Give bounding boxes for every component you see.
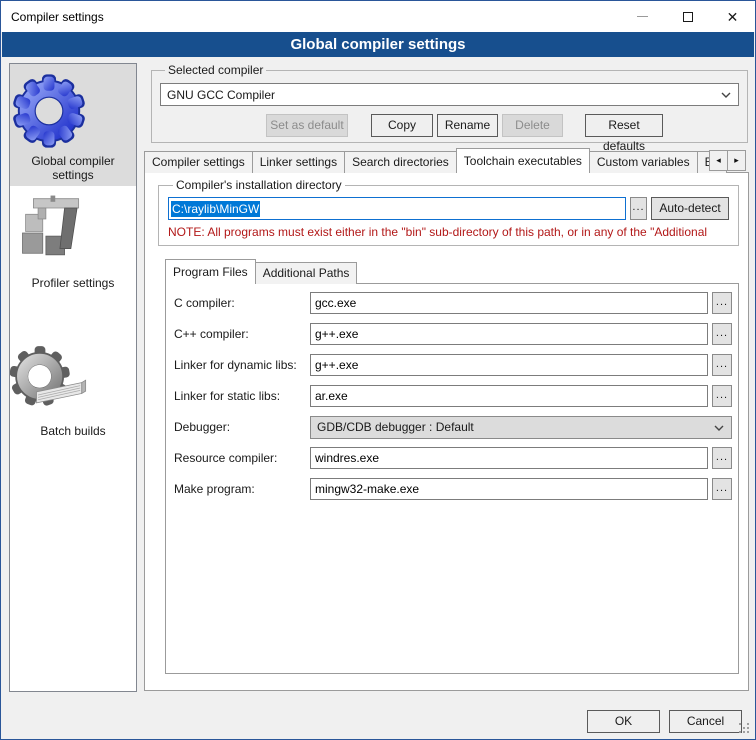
maximize-button[interactable] [665, 1, 710, 32]
debugger-select-value: GDB/CDB debugger : Default [317, 420, 474, 434]
resource-compiler-row: Resource compiler: ... [174, 447, 732, 469]
debugger-select[interactable]: GDB/CDB debugger : Default [310, 416, 732, 439]
c-compiler-input[interactable] [310, 292, 708, 314]
close-icon: ✕ [727, 10, 739, 24]
resource-compiler-input[interactable] [310, 447, 708, 469]
selected-compiler-group-label: Selected compiler [165, 63, 266, 77]
make-program-row: Make program: ... [174, 478, 732, 500]
sidebar-item-label: Batch builds [10, 420, 136, 448]
tab-scroll-right-button[interactable]: ▸ [727, 150, 746, 171]
ok-button[interactable]: OK [587, 710, 660, 733]
installation-directory-input[interactable]: C:\raylib\MinGW [168, 197, 626, 220]
c-compiler-row: C compiler: ... [174, 292, 732, 314]
sidebar-item-batch-builds[interactable]: Batch builds [10, 316, 136, 448]
static-linker-row: Linker for static libs: ... [174, 385, 732, 407]
c-compiler-browse-button[interactable]: ... [712, 292, 732, 314]
make-program-input[interactable] [310, 478, 708, 500]
dynamic-linker-label: Linker for dynamic libs: [174, 358, 304, 372]
compiler-select[interactable]: GNU GCC Compiler [160, 83, 739, 106]
tab-search-directories[interactable]: Search directories [344, 151, 457, 173]
c-compiler-label: C compiler: [174, 296, 304, 310]
set-as-default-button[interactable]: Set as default [266, 114, 348, 137]
cpp-compiler-browse-button[interactable]: ... [712, 323, 732, 345]
arrow-left-icon: ◂ [716, 155, 721, 165]
settings-category-list: Global compiler settings Profiler settin… [9, 63, 137, 692]
delete-button[interactable]: Delete [502, 114, 563, 137]
cpp-compiler-row: C++ compiler: ... [174, 323, 732, 345]
selected-compiler-group: Selected compiler GNU GCC Compiler Set a… [151, 63, 748, 143]
cpp-compiler-label: C++ compiler: [174, 327, 304, 341]
bin-subdirectory-note: NOTE: All programs must exist either in … [168, 225, 729, 239]
installation-directory-browse-button[interactable]: ... [630, 197, 647, 220]
resource-compiler-browse-button[interactable]: ... [712, 447, 732, 469]
dynamic-linker-browse-button[interactable]: ... [712, 354, 732, 376]
auto-detect-button[interactable]: Auto-detect [651, 197, 729, 220]
chevron-down-icon [721, 92, 731, 98]
make-program-label: Make program: [174, 482, 304, 496]
copy-button[interactable]: Copy [371, 114, 433, 137]
caliper-icon [10, 194, 136, 272]
compiler-actions: Set as default Copy Rename Delete Reset … [160, 114, 739, 137]
cancel-button[interactable]: Cancel [669, 710, 742, 733]
window-title: Compiler settings [1, 10, 104, 24]
static-linker-label: Linker for static libs: [174, 389, 304, 403]
debugger-row: Debugger: GDB/CDB debugger : Default [174, 416, 732, 438]
resize-grip[interactable] [739, 723, 751, 735]
subtab-additional-paths[interactable]: Additional Paths [255, 262, 358, 284]
maximize-icon [683, 12, 693, 22]
dynamic-linker-row: Linker for dynamic libs: ... [174, 354, 732, 376]
debugger-label: Debugger: [174, 420, 304, 434]
rename-button[interactable]: Rename [437, 114, 498, 137]
sidebar-item-label: Profiler settings [10, 272, 136, 300]
subtab-program-files[interactable]: Program Files [165, 259, 256, 284]
tab-toolchain-executables[interactable]: Toolchain executables [456, 148, 590, 173]
compiler-select-value: GNU GCC Compiler [167, 88, 275, 102]
close-button[interactable]: ✕ [710, 1, 755, 32]
dynamic-linker-input[interactable] [310, 354, 708, 376]
toolchain-executables-page: Compiler's installation directory C:\ray… [144, 172, 749, 691]
minimize-button[interactable] [620, 1, 665, 32]
cpp-compiler-input[interactable] [310, 323, 708, 345]
installation-directory-row: C:\raylib\MinGW ... Auto-detect [168, 197, 729, 220]
gray-gear-stack-icon [10, 342, 136, 420]
sidebar-item-profiler-settings[interactable]: Profiler settings [10, 186, 136, 316]
tab-scroll-buttons: ◂ ▸ [710, 150, 746, 171]
minimize-icon [637, 16, 648, 17]
reset-defaults-button[interactable]: Reset defaults [585, 114, 663, 137]
static-linker-input[interactable] [310, 385, 708, 407]
window-controls: ✕ [620, 1, 755, 32]
static-linker-browse-button[interactable]: ... [712, 385, 732, 407]
sidebar-item-global-compiler-settings[interactable]: Global compiler settings [10, 64, 136, 186]
resource-compiler-label: Resource compiler: [174, 451, 304, 465]
arrow-right-icon: ▸ [734, 155, 739, 165]
tab-custom-variables[interactable]: Custom variables [589, 151, 698, 173]
titlebar: Compiler settings ✕ [1, 1, 755, 32]
installation-directory-group: Compiler's installation directory C:\ray… [158, 178, 739, 246]
installation-directory-selected-text: C:\raylib\MinGW [171, 201, 260, 217]
blue-gear-icon [10, 72, 136, 150]
compiler-settings-window: Compiler settings ✕ Global compiler sett… [0, 0, 756, 740]
program-files-tab-bar: Program Files Additional Paths [165, 260, 356, 284]
chevron-down-icon [714, 425, 724, 431]
installation-directory-group-label: Compiler's installation directory [173, 178, 345, 192]
tab-linker-settings[interactable]: Linker settings [252, 151, 345, 173]
page-title: Global compiler settings [2, 32, 754, 57]
tab-compiler-settings[interactable]: Compiler settings [144, 151, 253, 173]
settings-tab-bar: Compiler settings Linker settings Search… [144, 148, 747, 173]
program-files-page: C compiler: ... C++ compiler: ... Linker… [165, 283, 739, 674]
tab-scroll-left-button[interactable]: ◂ [709, 150, 728, 171]
make-program-browse-button[interactable]: ... [712, 478, 732, 500]
